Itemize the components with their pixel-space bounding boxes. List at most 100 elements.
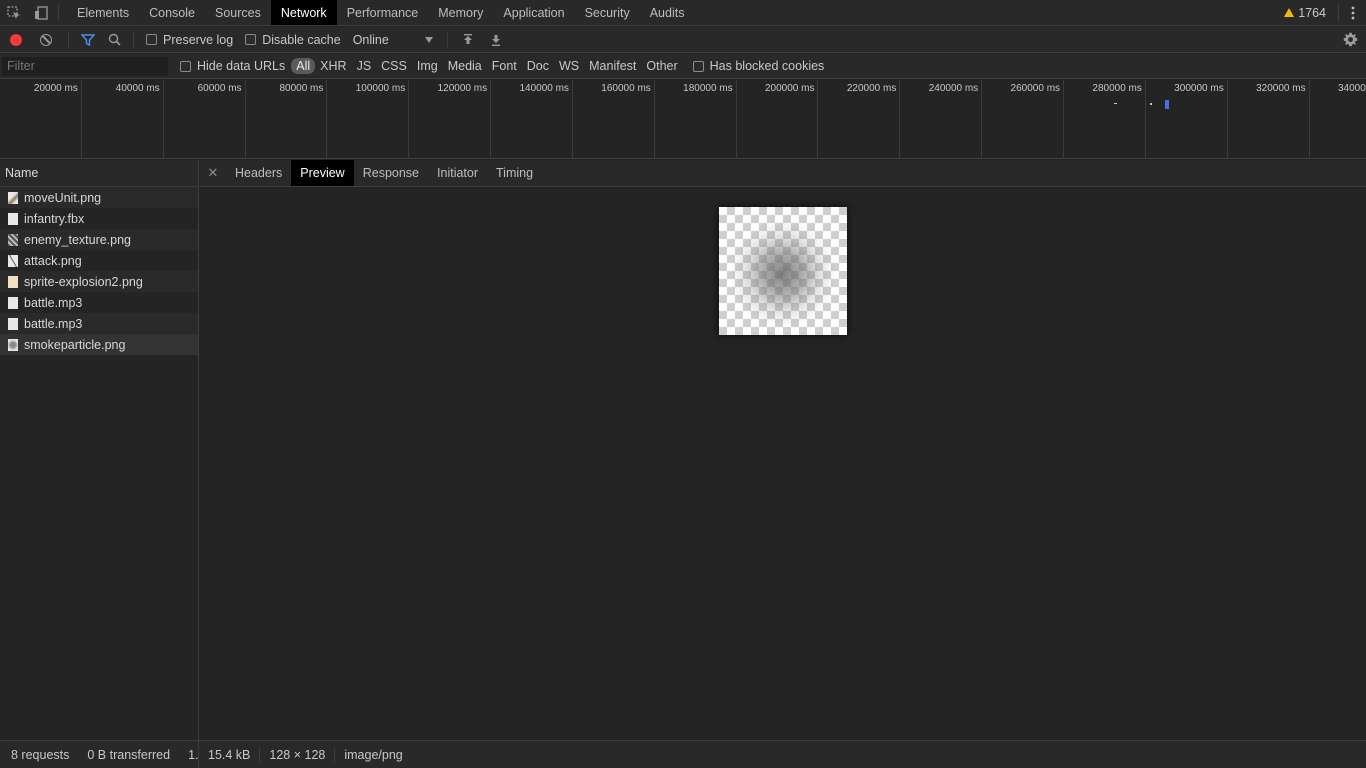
overview-tick-label: 340000 ms	[1337, 83, 1366, 94]
file-type-icon	[8, 296, 18, 309]
import-har-icon[interactable]	[454, 33, 482, 46]
overview-tick-label: 320000 ms	[1256, 83, 1306, 94]
request-row[interactable]: infantry.fbx	[0, 208, 198, 229]
tab-elements[interactable]: Elements	[67, 0, 139, 25]
more-options-icon[interactable]	[1338, 3, 1366, 22]
checkbox-box[interactable]	[180, 60, 191, 72]
request-row[interactable]: battle.mp3	[0, 292, 198, 313]
tab-security[interactable]: Security	[575, 0, 640, 25]
overview-tick-label: 160000 ms	[601, 83, 651, 94]
name-column-header[interactable]: Name	[0, 160, 198, 187]
detail-tab-timing[interactable]: Timing	[487, 160, 542, 186]
overview-tick-label: 100000 ms	[355, 83, 406, 94]
request-name: battle.mp3	[24, 316, 83, 331]
resource-size: 15.4 kB	[208, 747, 251, 762]
topbar-right: 1764	[1284, 0, 1366, 25]
record-button[interactable]	[10, 33, 22, 46]
device-toolbar-icon[interactable]	[27, 0, 54, 25]
image-preview	[719, 207, 847, 335]
status-extra: 1.	[188, 747, 199, 762]
detail-tab-response[interactable]: Response	[354, 160, 428, 186]
overview-tick-label: 240000 ms	[928, 83, 979, 94]
preserve-log-checkbox[interactable]: Preserve log	[146, 33, 233, 47]
hide-data-urls-checkbox[interactable]: Hide data URLs	[180, 59, 285, 73]
overview-column: 80000 ms	[246, 80, 328, 158]
network-overview[interactable]: 20000 ms 40000 ms 60000 ms 80000 ms 100000 m…	[0, 80, 1366, 159]
close-icon[interactable]: ✕	[200, 160, 226, 186]
overview-column: 100000 ms	[327, 80, 410, 158]
filter-type-media[interactable]: Media	[443, 58, 487, 74]
throttling-value: Online	[352, 32, 389, 47]
request-name: attack.png	[24, 253, 82, 268]
tab-network[interactable]: Network	[270, 0, 337, 25]
filter-type-font[interactable]: Font	[487, 58, 522, 74]
inspect-element-icon[interactable]	[0, 0, 27, 25]
warning-icon	[1284, 8, 1295, 17]
tab-performance[interactable]: Performance	[337, 0, 429, 25]
filter-type-img[interactable]: Img	[412, 58, 443, 74]
warnings-counter[interactable]: 1764	[1284, 6, 1338, 20]
overview-column: 280000 ms	[1064, 80, 1146, 158]
tab-memory[interactable]: Memory	[428, 0, 493, 25]
request-row[interactable]: smokeparticle.png	[0, 334, 198, 355]
filter-type-js[interactable]: JS	[352, 58, 377, 74]
disable-cache-checkbox[interactable]: Disable cache	[245, 33, 341, 47]
filter-icon[interactable]	[75, 33, 101, 46]
panel-tabs: Elements Console Sources Network Performance…	[67, 0, 694, 25]
request-row[interactable]: moveUnit.png	[0, 187, 198, 208]
request-row[interactable]: sprite-explosion2.png	[0, 271, 198, 292]
request-row[interactable]: battle.mp3	[0, 313, 198, 334]
detail-tab-initiator[interactable]: Initiator	[428, 160, 487, 186]
file-type-icon	[8, 233, 18, 246]
overview-tick-label: 60000 ms	[197, 83, 242, 94]
request-row[interactable]: enemy_texture.png	[0, 229, 198, 250]
filter-type-doc[interactable]: Doc	[522, 58, 554, 74]
detail-tab-preview[interactable]: Preview	[291, 160, 354, 186]
request-row[interactable]: attack.png	[0, 250, 198, 271]
tab-console[interactable]: Console	[139, 0, 205, 25]
filter-type-all[interactable]: All	[291, 58, 316, 74]
warning-count: 1764	[1298, 5, 1326, 20]
search-icon[interactable]	[101, 33, 127, 46]
filter-type-manifest[interactable]: Manifest	[584, 58, 641, 74]
detail-tab-headers[interactable]: Headers	[226, 160, 291, 186]
tab-application[interactable]: Application	[493, 0, 574, 25]
export-har-icon[interactable]	[482, 34, 510, 46]
overview-tick-label: 300000 ms	[1174, 83, 1224, 94]
overview-column: 340000 ms	[1310, 80, 1366, 158]
blocked-cookies-checkbox[interactable]: Has blocked cookies	[692, 59, 824, 73]
overview-column: 260000 ms	[982, 80, 1065, 158]
filter-type-css[interactable]: CSS	[376, 58, 412, 74]
image-dimensions: 128 × 128	[269, 747, 326, 762]
overview-column: 300000 ms	[1146, 80, 1228, 158]
request-name: enemy_texture.png	[24, 232, 132, 247]
overview-column: 200000 ms	[737, 80, 819, 158]
filter-type-ws[interactable]: WS	[554, 58, 584, 74]
overview-tick-label: 40000 ms	[115, 83, 160, 94]
gear-icon[interactable]	[1334, 32, 1366, 47]
tabbar-divider	[58, 5, 59, 20]
checkbox-box[interactable]	[245, 34, 257, 45]
overview-column: 120000 ms	[409, 80, 492, 158]
status-bar: 8 requests 0 B transferred 1. 15.4 kB 12…	[0, 740, 1366, 768]
disable-cache-label: Disable cache	[262, 32, 341, 47]
throttling-select[interactable]: Online	[353, 33, 433, 47]
toolbar-divider	[133, 31, 134, 48]
tab-audits[interactable]: Audits	[640, 0, 695, 25]
preserve-log-label: Preserve log	[163, 32, 234, 47]
mime-type: image/png	[344, 747, 403, 762]
tab-sources[interactable]: Sources	[205, 0, 271, 25]
filter-type-xhr[interactable]: XHR	[315, 58, 351, 74]
request-count: 8 requests	[11, 747, 70, 762]
request-list: Name moveUnit.png infantry.fbx enemy_textu…	[0, 160, 199, 740]
file-type-icon	[8, 338, 18, 351]
overview-tick-label: 280000 ms	[1092, 83, 1142, 94]
checkbox-box[interactable]	[146, 34, 157, 45]
clear-icon[interactable]	[40, 33, 52, 46]
overview-tick-label: 180000 ms	[683, 83, 733, 94]
filter-input[interactable]	[2, 56, 168, 76]
overview-column: 140000 ms	[491, 80, 573, 158]
checkbox-box[interactable]	[692, 60, 704, 72]
filter-type-other[interactable]: Other	[641, 58, 682, 74]
overview-tick-label: 260000 ms	[1010, 83, 1061, 94]
